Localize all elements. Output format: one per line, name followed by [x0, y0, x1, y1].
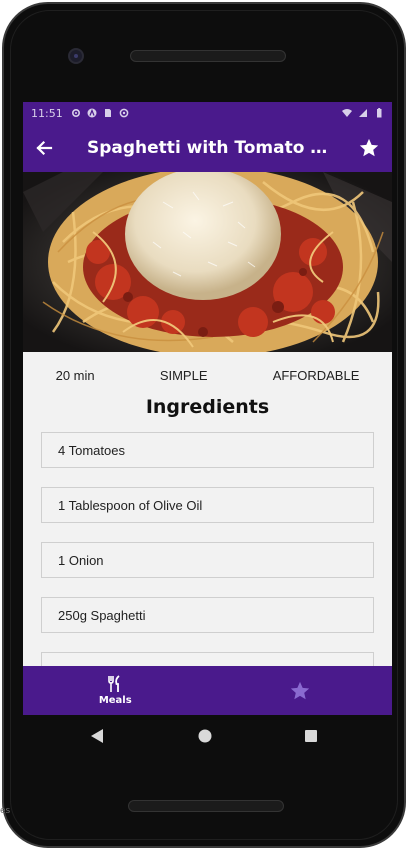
status-time: 11:51	[31, 106, 63, 120]
recents-square-icon	[305, 730, 317, 742]
tab-favorites[interactable]	[208, 666, 393, 715]
front-camera	[68, 48, 84, 64]
favorite-button[interactable]	[346, 124, 392, 172]
bottom-speaker	[128, 800, 284, 812]
wifi-status-icon	[342, 109, 352, 117]
status-bar: 11:51	[23, 102, 392, 124]
system-back-button[interactable]	[88, 727, 106, 745]
ingredient-item: 1 Tablespoon of Olive Oil	[41, 487, 374, 523]
app-screen: 11:51 Spaghetti with Tomato Sauce 20 min…	[23, 102, 392, 715]
star-icon	[359, 138, 379, 157]
system-home-button[interactable]	[196, 727, 214, 745]
duration-label: 20 min	[55, 367, 95, 383]
home-circle-icon	[198, 729, 212, 743]
a-status-icon	[87, 108, 97, 118]
signal-status-icon	[359, 109, 367, 117]
bottom-navigation: Meals	[23, 666, 392, 715]
star-tab-icon	[290, 681, 309, 699]
sim-status-icon	[104, 109, 111, 117]
meal-meta-row: 20 min SIMPLE AFFORDABLE	[23, 364, 392, 386]
app-bar: Spaghetti with Tomato Sauce	[23, 124, 392, 172]
back-button[interactable]	[23, 124, 65, 172]
side-label: es	[0, 806, 11, 816]
earpiece-speaker	[130, 50, 286, 62]
back-arrow-icon	[36, 140, 53, 156]
settings-status-icon	[71, 108, 80, 118]
meal-image	[23, 172, 392, 352]
system-navigation-bar	[4, 715, 408, 757]
tab-meals[interactable]: Meals	[23, 666, 208, 715]
ingredients-heading: Ingredients	[145, 396, 270, 418]
ingredient-item: 250g Spaghetti	[41, 597, 374, 633]
ingredient-item: 1 Onion	[41, 542, 374, 578]
sync-status-icon	[119, 108, 129, 118]
affordability-label: AFFORDABLE	[272, 367, 360, 383]
ingredient-item: 4 Tomatoes	[41, 432, 374, 468]
system-recents-button[interactable]	[302, 727, 320, 745]
meal-title: Spaghetti with Tomato Sauce	[87, 138, 346, 158]
cutlery-icon	[108, 675, 120, 692]
phone-frame: 11:51 Spaghetti with Tomato Sauce 20 min…	[2, 2, 406, 848]
tab-meals-label: Meals	[98, 695, 132, 706]
battery-status-icon	[377, 108, 382, 118]
back-triangle-icon	[91, 729, 103, 743]
complexity-label: SIMPLE	[159, 367, 208, 383]
